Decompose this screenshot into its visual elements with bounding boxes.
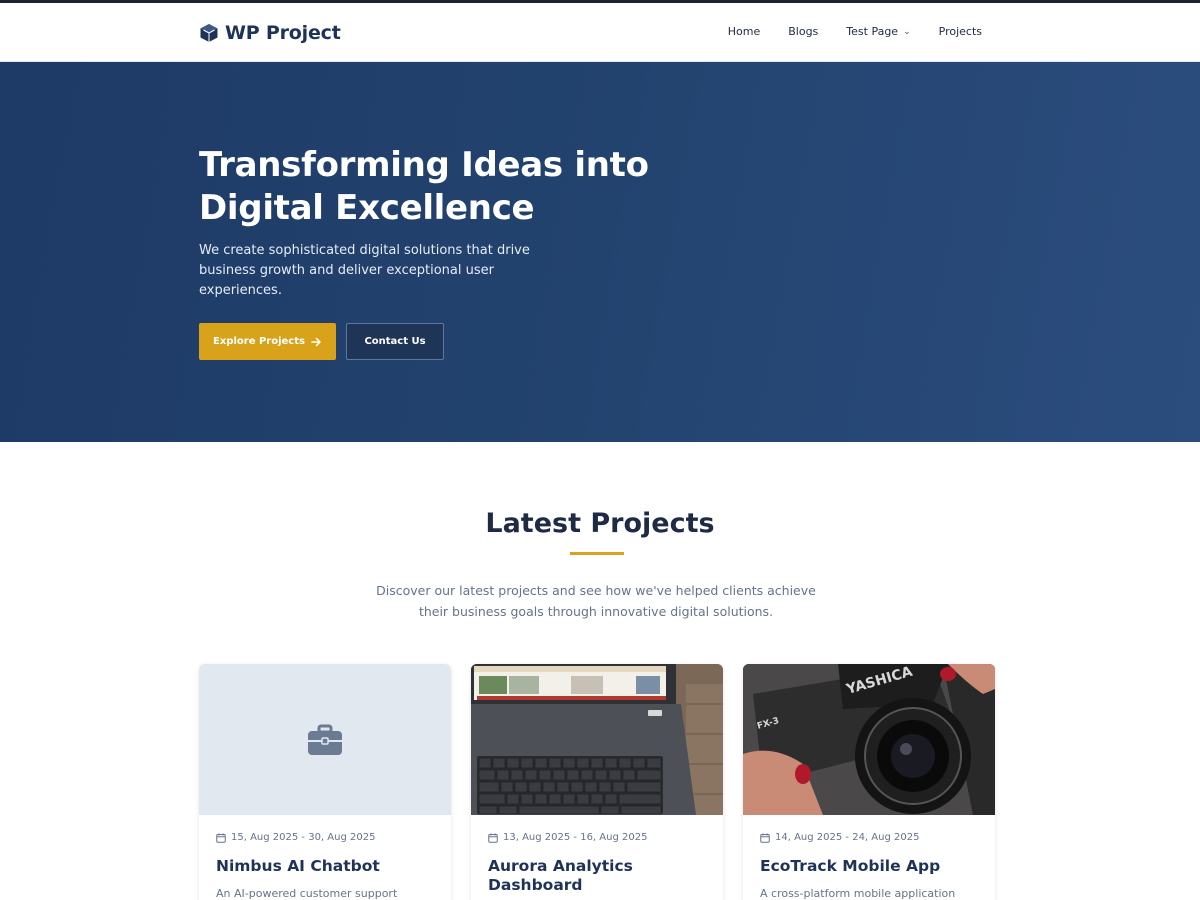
card-date: 13, Aug 2025 - 16, Aug 2025: [488, 832, 647, 843]
hero-title: Transforming Ideas into Digital Excellen…: [199, 145, 649, 228]
card-date: 14, Aug 2025 - 24, Aug 2025: [760, 832, 919, 843]
nav-item-projects[interactable]: Projects: [939, 22, 982, 42]
project-card[interactable]: 13, Aug 2025 - 16, Aug 2025 Aurora Analy…: [471, 664, 723, 900]
explore-projects-button[interactable]: Explore Projects: [199, 323, 336, 360]
main-nav: Home Blogs Test Page ⌄ Projects: [728, 22, 982, 42]
section-title: Latest Projects: [485, 508, 715, 539]
brand-name: WP Project: [225, 22, 341, 44]
cube-icon: [200, 24, 218, 42]
laptop-photo: [471, 664, 723, 815]
nav-item-label: Home: [727, 25, 761, 38]
card-image-placeholder: [199, 664, 451, 815]
nav-item-label: Projects: [938, 25, 982, 38]
camera-photo: YASHICA FX-3: [743, 664, 995, 815]
card-title[interactable]: Nimbus AI Chatbot: [216, 857, 436, 876]
explore-projects-label: Explore Projects: [213, 336, 305, 347]
calendar-icon: [488, 833, 498, 843]
card-description: An AI-powered customer support: [216, 887, 398, 900]
card-description: A cross-platform mobile application: [760, 887, 956, 900]
nav-item-label: Blogs: [788, 25, 819, 38]
card-date-text: 15, Aug 2025 - 30, Aug 2025: [231, 832, 376, 843]
chevron-down-icon: ⌄: [903, 27, 911, 37]
title-underline: [570, 552, 624, 555]
nav-item-blogs[interactable]: Blogs: [788, 22, 818, 42]
calendar-icon: [216, 833, 226, 843]
arrow-right-icon: [311, 337, 321, 346]
calendar-icon: [760, 833, 770, 843]
card-title[interactable]: EcoTrack Mobile App: [760, 857, 980, 876]
card-date-text: 14, Aug 2025 - 24, Aug 2025: [775, 832, 920, 843]
site-header: WP Project Home Blogs Test Page ⌄ Project…: [0, 3, 1200, 62]
project-card[interactable]: 15, Aug 2025 - 30, Aug 2025 Nimbus AI Ch…: [199, 664, 451, 900]
briefcase-icon: [308, 724, 342, 755]
contact-us-button[interactable]: Contact Us: [346, 323, 444, 360]
card-date-text: 13, Aug 2025 - 16, Aug 2025: [503, 832, 648, 843]
nav-item-label: Test Page: [846, 25, 899, 38]
hero-subtitle: We create sophisticated digital solution…: [199, 243, 530, 298]
card-title[interactable]: Aurora Analytics Dashboard: [488, 857, 708, 895]
hero-section: Transforming Ideas into Digital Excellen…: [0, 62, 1200, 442]
card-date: 15, Aug 2025 - 30, Aug 2025: [216, 832, 375, 843]
nav-item-home[interactable]: Home: [728, 22, 760, 42]
nav-item-test-page[interactable]: Test Page ⌄: [846, 22, 910, 42]
project-card[interactable]: YASHICA FX-3 14, Aug 2025 - 24, Aug 2025…: [743, 664, 995, 900]
section-description: Discover our latest projects and see how…: [376, 583, 816, 619]
site-logo[interactable]: WP Project: [199, 19, 341, 47]
